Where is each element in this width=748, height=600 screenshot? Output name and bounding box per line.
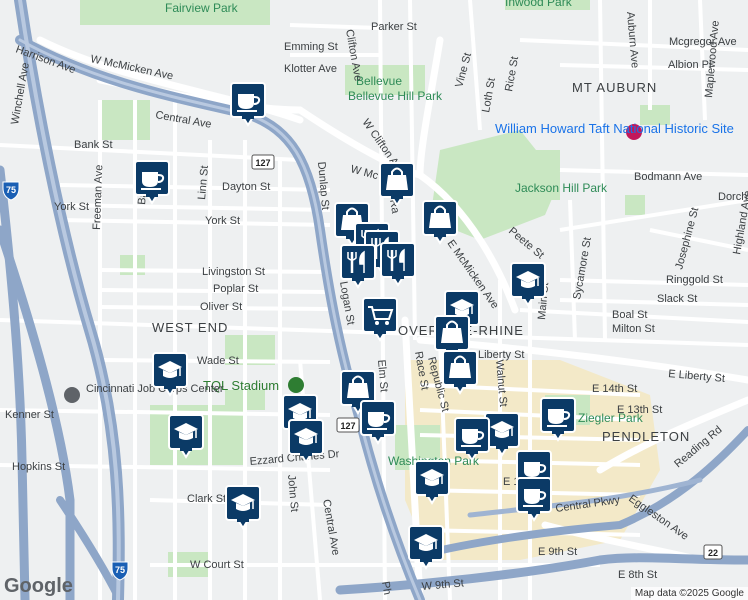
street-e-14th: E 14th St xyxy=(592,383,637,395)
street-klotter: Klotter Ave xyxy=(284,63,337,75)
stadium-icon xyxy=(288,377,304,393)
hood-west-end: WEST END xyxy=(152,320,228,335)
street-oliver: Oliver St xyxy=(200,301,242,313)
street-liberty: Liberty St xyxy=(478,349,524,361)
street-dayton: Dayton St xyxy=(222,181,270,193)
street-e-9th: E 9th St xyxy=(538,546,577,558)
street-freeman: Freeman Ave xyxy=(91,164,105,230)
hood-pendleton: PENDLETON xyxy=(602,429,690,444)
shield-us127-south: 127 xyxy=(336,417,360,433)
street-albion: Albion Pl xyxy=(668,59,711,71)
street-kenner: Kenner St xyxy=(5,409,54,421)
street-w-court: W Court St xyxy=(190,559,244,571)
google-logo: Google xyxy=(4,575,73,597)
street-mcgregor: Mcgregor Ave xyxy=(669,36,737,48)
shield-us22: 22 xyxy=(703,544,723,560)
svg-text:127: 127 xyxy=(255,158,270,168)
svg-text:75: 75 xyxy=(6,185,16,195)
park-fairview: Fairview Park xyxy=(165,1,239,15)
poi-taft-label: William Howard Taft National Historic Si… xyxy=(495,121,734,136)
street-clark: Clark St xyxy=(187,493,226,505)
street-ringgold: Ringgold St xyxy=(666,274,723,286)
street-bank: Bank St xyxy=(74,139,113,151)
street-bodmann: Bodmann Ave xyxy=(634,171,702,183)
street-hopkins: Hopkins St xyxy=(12,461,65,473)
street-milton: Milton St xyxy=(612,323,655,335)
street-ph: Ph xyxy=(379,580,393,595)
shield-us127-north: 127 xyxy=(251,154,275,170)
svg-text:75: 75 xyxy=(115,565,125,575)
park-inwood: Inwood Park xyxy=(505,0,573,9)
map-canvas[interactable]: WEST END OVER-THE-RHINE MT AUBURN PENDLE… xyxy=(0,0,748,600)
svg-text:22: 22 xyxy=(708,548,718,558)
park-jackson-hill: Jackson Hill Park xyxy=(515,181,608,195)
street-dorchester: Dorche xyxy=(718,191,748,203)
street-e-8th: E 8th St xyxy=(618,569,657,581)
svg-text:127: 127 xyxy=(340,421,355,431)
street-slack: Slack St xyxy=(657,293,697,305)
street-livingston: Livingston St xyxy=(202,266,265,278)
street-parker: Parker St xyxy=(371,21,417,33)
map-attribution[interactable]: Map data ©2025 Google xyxy=(630,587,748,600)
park-bellevue-hill: Bellevue Hill Park xyxy=(348,89,443,103)
street-wade: Wade St xyxy=(197,355,239,367)
street-york: York St xyxy=(205,215,240,227)
street-boal: Boal St xyxy=(612,309,647,321)
hood-mt-auburn: MT AUBURN xyxy=(572,80,657,95)
building-icon xyxy=(64,387,80,403)
street-emming: Emming St xyxy=(284,41,338,53)
street-e-13th: E 13th St xyxy=(617,404,662,416)
street-york-w: York St xyxy=(54,201,89,213)
street-poplar: Poplar St xyxy=(213,283,258,295)
